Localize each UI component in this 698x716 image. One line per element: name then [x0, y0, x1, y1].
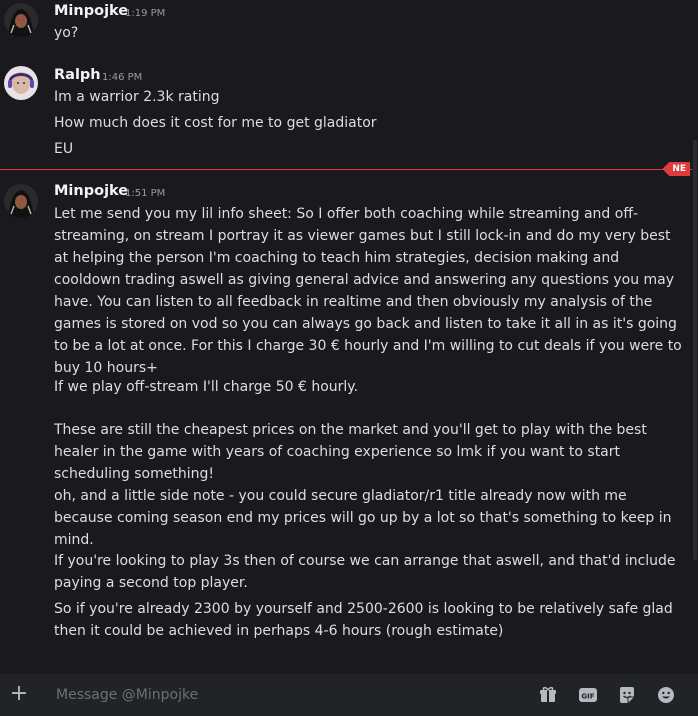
- avatar[interactable]: [4, 3, 38, 37]
- message-paragraph: So if you're already 2300 by yourself an…: [54, 601, 673, 639]
- message-list: Minpojke 1:19 PM yo? Ralph 1:46 PM Im a …: [0, 0, 692, 665]
- timestamp: 1:46 PM: [102, 72, 143, 83]
- plus-icon[interactable]: +: [8, 683, 30, 706]
- dark-hooded-character-avatar-icon: [4, 184, 38, 218]
- username[interactable]: Ralph: [54, 67, 101, 83]
- message-paragraph: If you're looking to play 3s then of cou…: [54, 553, 676, 591]
- scrollbar-thumb[interactable]: [693, 140, 697, 560]
- message-paragraph: These are still the cheapest prices on t…: [54, 422, 647, 482]
- message-paragraph: oh, and a little side note - you could s…: [54, 488, 672, 548]
- gif-icon[interactable]: GIF: [578, 686, 598, 704]
- message-paragraph: If we play off-stream I'll charge 50 € h…: [54, 379, 359, 395]
- avatar[interactable]: [4, 184, 38, 218]
- message-group: Ralph 1:46 PM Im a warrior 2.3k rating H…: [0, 66, 692, 162]
- timestamp: 1:19 PM: [125, 8, 166, 19]
- new-messages-badge: NE: [662, 162, 690, 176]
- timestamp: 1:51 PM: [125, 188, 166, 199]
- emoji-icon[interactable]: [657, 686, 675, 704]
- message-text: yo?: [54, 25, 79, 41]
- username[interactable]: Minpojke: [54, 183, 128, 199]
- dark-hooded-character-avatar-icon: [4, 3, 38, 37]
- message-paragraph: Let me send you my lil info sheet: So I …: [54, 206, 682, 376]
- sticker-icon[interactable]: [618, 686, 636, 704]
- avatar[interactable]: [4, 66, 38, 100]
- message-text: EU: [54, 141, 74, 157]
- bald-man-headset-avatar-icon: [4, 66, 38, 100]
- message-group: Minpojke 1:51 PM Let me send you my lil …: [0, 182, 692, 652]
- gift-icon[interactable]: [539, 686, 557, 704]
- username[interactable]: Minpojke: [54, 3, 128, 19]
- message-text: How much does it cost for me to get glad…: [54, 115, 377, 131]
- message-group: Minpojke 1:19 PM yo?: [0, 0, 692, 50]
- message-composer: + GIF: [0, 673, 698, 716]
- gif-label: GIF: [581, 693, 594, 701]
- message-input[interactable]: [54, 680, 498, 710]
- message-text: Im a warrior 2.3k rating: [54, 89, 220, 105]
- new-messages-divider: [0, 169, 692, 170]
